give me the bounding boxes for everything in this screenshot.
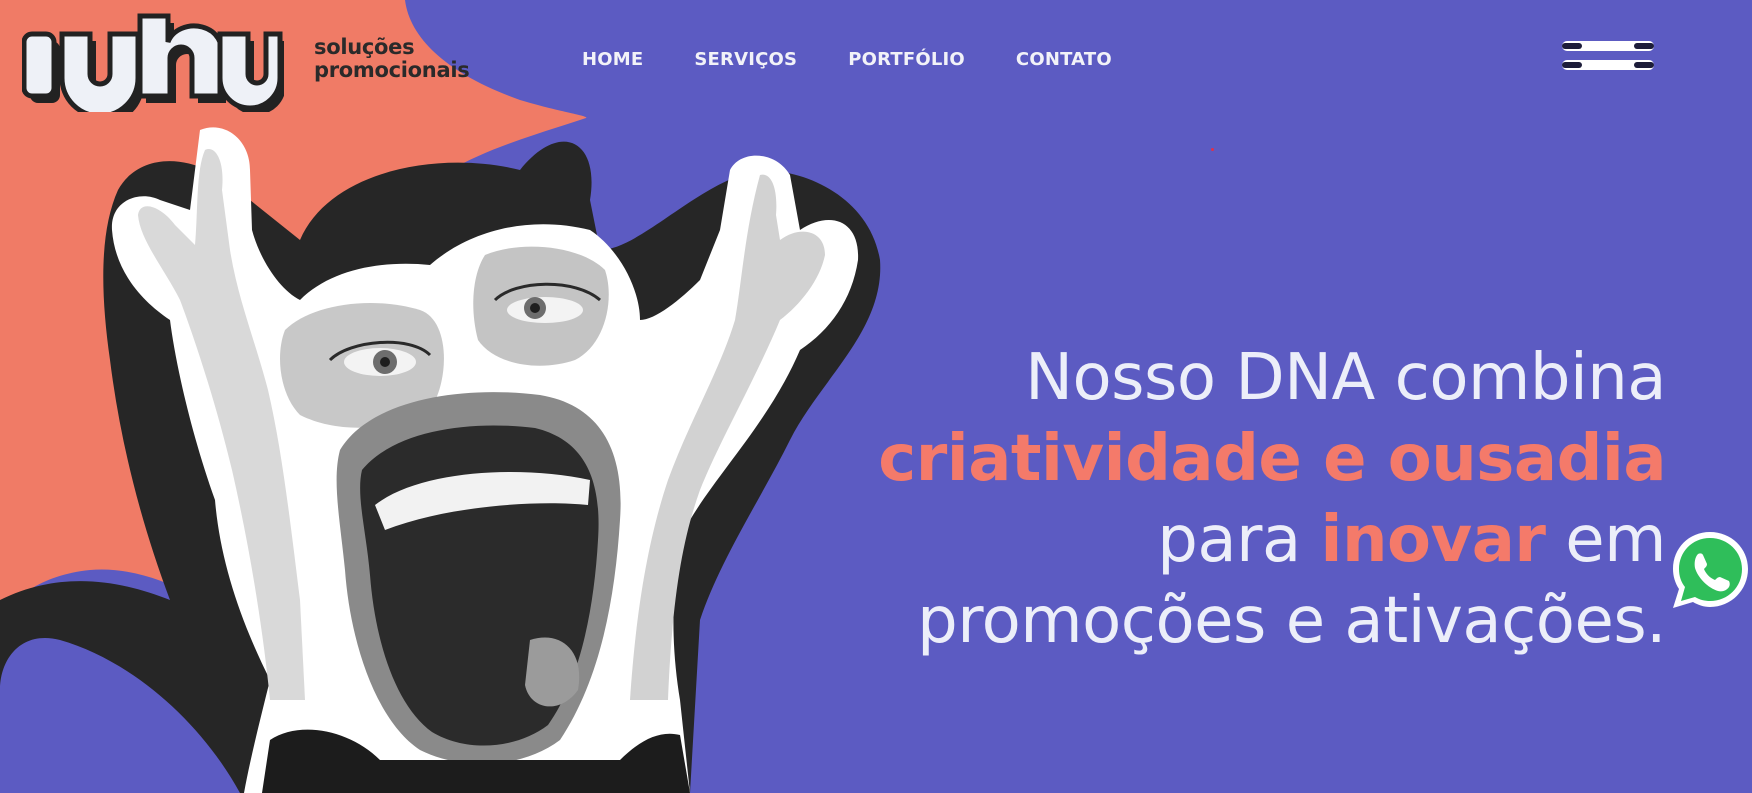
hero-collage-illustration xyxy=(0,0,881,793)
hero-line-3: para inovar em xyxy=(766,500,1666,581)
menu-bar-top xyxy=(1562,41,1654,51)
logo-tagline: soluções promocionais xyxy=(314,35,470,82)
whatsapp-icon[interactable] xyxy=(1668,528,1752,612)
iuhuu-logo-icon xyxy=(22,13,284,112)
hero-line-3-start: para xyxy=(1157,503,1321,577)
hero-line-2: criatividade e ousadia xyxy=(878,422,1666,496)
hero-line-3-end: em xyxy=(1545,503,1666,577)
hamburger-menu-icon[interactable] xyxy=(1562,40,1656,72)
main-navigation: HOME SERVIÇOS PORTFÓLIO CONTATO xyxy=(582,49,1112,70)
nav-contato-link[interactable]: CONTATO xyxy=(1016,49,1112,70)
nav-servicos-link[interactable]: SERVIÇOS xyxy=(694,49,797,70)
menu-bar-bottom xyxy=(1562,60,1654,70)
logo-tagline-line2: promocionais xyxy=(314,58,470,82)
logo-tagline-line1: soluções xyxy=(314,35,415,59)
decorative-dot xyxy=(1211,148,1214,151)
hero-line-4: promoções e ativações. xyxy=(917,584,1666,658)
hero-line-3-accent: inovar xyxy=(1320,503,1546,577)
hero-headline: Nosso DNA combina criatividade e ousadia… xyxy=(766,338,1666,662)
hero-line-1: Nosso DNA combina xyxy=(1025,341,1666,415)
nav-portfolio-link[interactable]: PORTFÓLIO xyxy=(848,49,965,70)
brand-logo[interactable]: soluções promocionais xyxy=(22,12,470,112)
nav-home-link[interactable]: HOME xyxy=(582,49,643,70)
